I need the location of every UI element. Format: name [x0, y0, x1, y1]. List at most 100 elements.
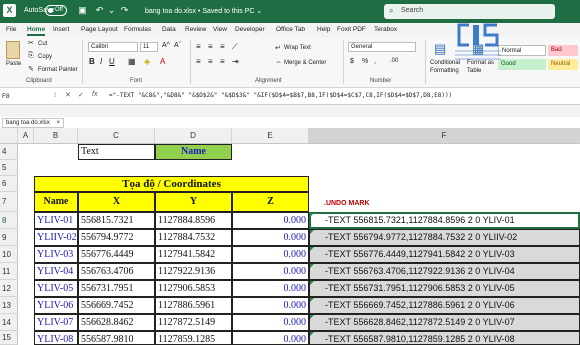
name-cell[interactable]: YLIIV-02 — [34, 229, 78, 246]
z-cell[interactable]: 0.000 — [232, 280, 309, 297]
italic-icon[interactable]: I — [100, 57, 102, 66]
orientation-icon[interactable]: ⟋ — [232, 42, 238, 52]
x-cell[interactable]: 556587.9810 — [78, 331, 155, 345]
column-title-z[interactable]: Z — [232, 192, 309, 212]
increase-decimal-icon[interactable]: .00 — [390, 58, 398, 64]
column-title-x[interactable]: X — [78, 192, 155, 212]
name-cell[interactable]: YLIV-05 — [34, 280, 78, 297]
style-good[interactable]: Good — [498, 59, 546, 70]
merge-center-button[interactable]: Merge & Center — [284, 60, 326, 66]
save-icon[interactable]: ▣ — [77, 5, 88, 16]
underline-icon[interactable]: U — [109, 57, 115, 66]
paste-button[interactable]: Paste — [6, 61, 21, 67]
enter-icon[interactable]: ✓ — [78, 91, 84, 99]
grow-font-icon[interactable]: A^ — [162, 42, 170, 49]
column-title-name[interactable]: Name — [34, 192, 78, 212]
cut-icon[interactable]: ✂ — [28, 39, 34, 47]
coordinates-title-cell[interactable]: Tọa độ / Coordinates — [34, 176, 309, 192]
shrink-font-icon[interactable]: Aˇ — [174, 42, 181, 49]
style-normal[interactable]: Normal — [498, 45, 546, 56]
copy-button[interactable]: Copy — [38, 54, 52, 60]
z-cell[interactable]: 0.000 — [232, 263, 309, 280]
font-color-icon[interactable]: A — [160, 57, 165, 66]
row-header[interactable]: 8 — [0, 212, 18, 229]
text-label-cell[interactable]: Text — [78, 144, 155, 160]
insert-function-icon[interactable]: fx — [92, 91, 97, 98]
style-bad[interactable]: Bad — [548, 45, 578, 56]
style-neutral[interactable]: Neutral — [548, 59, 578, 70]
chevron-down-icon[interactable]: ⌄ — [106, 5, 117, 16]
row-header[interactable]: 9 — [0, 229, 18, 246]
tab-view[interactable]: View — [213, 26, 227, 33]
wrap-text-button[interactable]: Wrap Text — [284, 45, 311, 51]
indent-icon[interactable]: ⇥ — [232, 57, 239, 66]
tab-terabox[interactable]: Terabox — [374, 26, 397, 33]
format-painter-button[interactable]: Format Painter — [38, 67, 78, 73]
output-text-cell[interactable]: -TEXT 556669.7452,1127886.5961 2 0 YLIV-… — [309, 297, 580, 314]
borders-icon[interactable]: ▦ — [128, 57, 136, 66]
name-cell[interactable]: YLIV-04 — [34, 263, 78, 280]
output-text-cell[interactable]: -TEXT 556587.9810,1127859.1285 2 0 YLIV-… — [309, 331, 580, 345]
undo-icon[interactable]: ↶ — [94, 5, 105, 16]
undo-mark-label[interactable]: .UNDO MARK — [322, 198, 442, 210]
x-cell[interactable]: 556776.4449 — [78, 246, 155, 263]
align-left-icon[interactable]: ≡ — [196, 57, 201, 66]
row-header[interactable]: 11 — [0, 263, 18, 280]
row-header[interactable]: 14 — [0, 314, 18, 331]
y-cell[interactable]: 1127886.5961 — [155, 297, 232, 314]
font-name-select[interactable]: Calibri — [88, 42, 138, 52]
autosave-toggle[interactable]: Off — [45, 5, 67, 16]
x-cell[interactable]: 556815.7321 — [78, 212, 155, 229]
comma-icon[interactable]: , — [374, 58, 376, 65]
copy-icon[interactable]: ⎘ — [28, 52, 34, 60]
tab-office-tab[interactable]: Office Tab — [276, 26, 305, 33]
file-tab[interactable]: bang toa do.xlsx × — [2, 118, 64, 128]
row-header[interactable]: 7 — [0, 192, 18, 212]
x-cell[interactable]: 556669.7452 — [78, 297, 155, 314]
search-input[interactable]: ⌕ Search — [384, 4, 555, 19]
y-cell[interactable]: 1127906.5853 — [155, 280, 232, 297]
z-cell[interactable]: 0.000 — [232, 297, 309, 314]
column-header-e[interactable]: E — [232, 128, 309, 144]
close-icon[interactable]: × — [56, 119, 60, 127]
z-cell[interactable]: 0.000 — [232, 314, 309, 331]
column-header-b[interactable]: B — [34, 128, 78, 144]
paste-icon[interactable] — [6, 41, 20, 59]
cut-button[interactable]: Cut — [38, 41, 47, 47]
y-cell[interactable]: 1127872.5149 — [155, 314, 232, 331]
tab-help[interactable]: Help — [317, 26, 330, 33]
percent-icon[interactable]: % — [362, 58, 368, 65]
output-text-cell[interactable]: -TEXT 556763.4706,1127922.9136 2 0 YLIV-… — [309, 263, 580, 280]
y-cell[interactable]: 1127884.8596 — [155, 212, 232, 229]
tab-page-layout[interactable]: Page Layout — [81, 26, 118, 33]
number-format-select[interactable]: General — [348, 42, 416, 52]
output-text-cell[interactable]: -TEXT 556731.7951,1127906.5853 2 0 YLIV-… — [309, 280, 580, 297]
output-text-cell[interactable]: -TEXT 556794.9772,1127884.7532 2 0 YLIIV… — [309, 229, 580, 246]
column-header-a[interactable]: A — [18, 128, 34, 144]
y-cell[interactable]: 1127941.5842 — [155, 246, 232, 263]
column-title-y[interactable]: Y — [155, 192, 232, 212]
cancel-icon[interactable]: ✕ — [65, 91, 71, 99]
row-header[interactable]: 4 — [0, 144, 18, 160]
select-all-corner[interactable] — [0, 128, 18, 144]
row-header[interactable]: 13 — [0, 297, 18, 314]
tab-developer[interactable]: Developer — [235, 26, 265, 33]
tab-formulas[interactable]: Formulas — [124, 26, 151, 33]
z-cell[interactable]: 0.000 — [232, 331, 309, 345]
bold-icon[interactable]: B — [89, 57, 95, 66]
conditional-formatting-icon[interactable]: ▤ — [434, 41, 446, 57]
output-text-cell[interactable]: -TEXT 556628.8462,1127872.5149 2 0 YLIV-… — [309, 314, 580, 331]
wrap-text-icon[interactable]: ↵ — [275, 44, 281, 52]
chevron-down-icon[interactable]: ⁝ — [54, 91, 56, 99]
name-box[interactable]: F8 — [0, 90, 50, 103]
fill-color-icon[interactable]: ◈ — [144, 57, 150, 66]
redo-icon[interactable]: ↷ — [119, 5, 130, 16]
output-text-cell[interactable]: -TEXT 556776.4449,1127941.5842 2 0 YLIV-… — [309, 246, 580, 263]
tab-review[interactable]: Review — [185, 26, 206, 33]
tab-file[interactable]: File — [6, 26, 16, 33]
align-top-icon[interactable]: ≡ — [196, 42, 201, 51]
x-cell[interactable]: 556763.4706 — [78, 263, 155, 280]
name-cell[interactable]: YLIV-06 — [34, 297, 78, 314]
tab-home[interactable]: Home — [27, 26, 46, 36]
format-painter-icon[interactable]: ✎ — [28, 65, 34, 73]
